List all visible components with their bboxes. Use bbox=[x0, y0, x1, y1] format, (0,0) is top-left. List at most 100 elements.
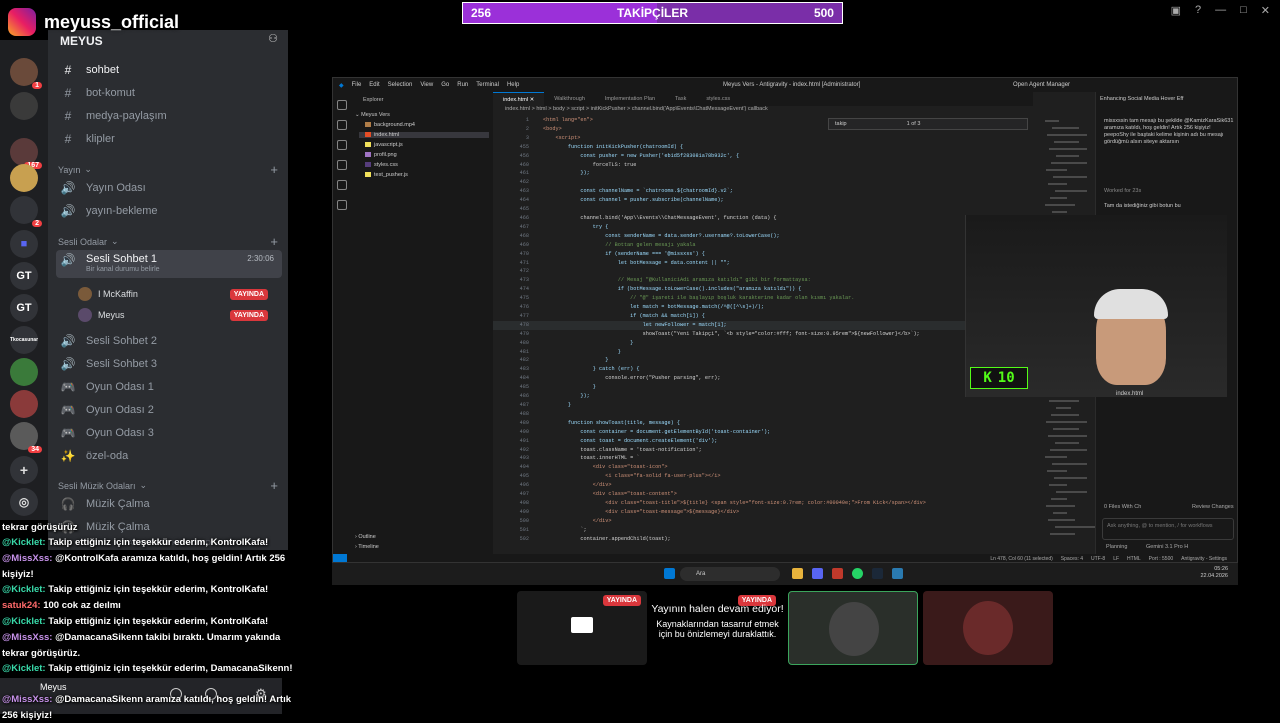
server-icon[interactable] bbox=[10, 92, 38, 120]
code-line[interactable]: 492 toast.className = 'toast-notificatio… bbox=[493, 446, 1033, 455]
code-line[interactable]: 470 if (senderName === '@missxss') { bbox=[493, 250, 1033, 259]
file-item[interactable]: test_pusher.js bbox=[365, 172, 408, 178]
timeline-section[interactable]: › Timeline bbox=[355, 544, 379, 550]
indentation[interactable]: Spaces: 4 bbox=[1061, 556, 1083, 562]
code-line[interactable]: 456 const pusher = new Pusher('eb1d5f283… bbox=[493, 152, 1033, 161]
menu-view[interactable]: View bbox=[420, 82, 433, 88]
inbox-icon[interactable]: ▣ bbox=[1171, 4, 1181, 17]
code-line[interactable]: 474 if (botMessage.toLowerCase().include… bbox=[493, 285, 1033, 294]
code-line[interactable]: 489 function showToast(title, message) { bbox=[493, 419, 1033, 428]
chat-input[interactable]: Ask anything, @ to mention, / for workfl… bbox=[1102, 518, 1234, 540]
source-control-icon[interactable] bbox=[337, 140, 347, 150]
minimize-icon[interactable]: — bbox=[1215, 4, 1226, 17]
menu-run[interactable]: Run bbox=[457, 82, 468, 88]
code-line[interactable]: 3 <script> bbox=[493, 134, 1033, 143]
code-line[interactable]: 500 </div> bbox=[493, 517, 1033, 526]
server-icon[interactable] bbox=[10, 358, 38, 386]
server-icon[interactable]: 34 bbox=[10, 422, 42, 453]
code-line[interactable]: 501 `; bbox=[493, 526, 1033, 535]
menu-help[interactable]: Help bbox=[507, 82, 519, 88]
cursor-position[interactable]: Ln 478, Col 60 (11 selected) bbox=[990, 556, 1052, 562]
add-channel-icon[interactable]: + bbox=[270, 478, 278, 493]
code-line[interactable]: 478 let newFollower = match[1]; bbox=[493, 320, 1033, 330]
tab-styles-css[interactable]: styles.css bbox=[696, 92, 740, 106]
channel-oyun-1[interactable]: 🎮 Oyun Odası 1 bbox=[56, 377, 282, 397]
project-folder[interactable]: ⌄ Meyus Vers bbox=[355, 112, 390, 118]
help-icon[interactable]: ? bbox=[1195, 4, 1201, 17]
menu-selection[interactable]: Selection bbox=[388, 82, 413, 88]
steam-icon[interactable] bbox=[872, 568, 883, 579]
mode-select[interactable]: Planning bbox=[1106, 544, 1127, 550]
code-line[interactable]: 502 container.appendChild(toast); bbox=[493, 535, 1033, 544]
tab-task[interactable]: Task bbox=[665, 92, 696, 106]
file-item[interactable]: javascript.js bbox=[365, 142, 403, 148]
file-item[interactable]: background.mp4 bbox=[365, 122, 415, 128]
add-server-icon[interactable]: + bbox=[10, 456, 38, 484]
add-channel-icon[interactable]: + bbox=[270, 234, 278, 249]
menu-file[interactable]: File bbox=[352, 82, 362, 88]
tab-walkthrough[interactable]: Walkthrough bbox=[544, 92, 595, 106]
code-line[interactable]: 487 } bbox=[493, 401, 1033, 410]
discord-icon[interactable] bbox=[812, 568, 823, 579]
code-line[interactable]: 493 toast.innerHTML = ` bbox=[493, 454, 1033, 463]
code-line[interactable]: 464 const channel = pusher.subscribe(cha… bbox=[493, 196, 1033, 205]
whatsapp-icon[interactable] bbox=[852, 568, 863, 579]
stream-tile-user[interactable] bbox=[788, 591, 918, 665]
server-icon[interactable]: Tkocasunar bbox=[10, 326, 38, 354]
system-clock[interactable]: 05:26 22.04.2026 bbox=[1200, 566, 1228, 580]
voice-user[interactable]: Meyus YAYINDA bbox=[78, 308, 278, 322]
channel-sesli-sohbet-3[interactable]: 🔊 Sesli Sohbet 3 bbox=[56, 354, 282, 374]
server-icon[interactable]: GT bbox=[10, 262, 38, 290]
outline-section[interactable]: › Outline bbox=[355, 534, 376, 540]
channel-sesli-sohbet-2[interactable]: 🔊 Sesli Sohbet 2 bbox=[56, 331, 282, 351]
server-name[interactable]: MEYUS bbox=[60, 34, 103, 48]
server-icon[interactable] bbox=[10, 164, 38, 192]
code-line[interactable]: 495 <i class="fa-solid fa-user-plus"></i… bbox=[493, 472, 1033, 481]
channel-klipler[interactable]: # klipler bbox=[56, 129, 282, 149]
code-line[interactable]: 462 bbox=[493, 178, 1033, 187]
tab-index-html[interactable]: index.html ✕ bbox=[493, 92, 545, 106]
add-channel-icon[interactable]: + bbox=[270, 162, 278, 177]
live-server-port[interactable]: Port : 5500 bbox=[1149, 556, 1173, 562]
channel-ozel-oda[interactable]: ✨ özel-oda bbox=[56, 446, 282, 466]
code-line[interactable]: 479 showToast("Yeni Takipçi", `<b style=… bbox=[493, 330, 1033, 339]
code-line[interactable]: 472 bbox=[493, 267, 1033, 276]
code-line[interactable]: 476 let match = botMessage.match(/^@([^\… bbox=[493, 303, 1033, 312]
channel-yayin-odasi[interactable]: 🔊 Yayın Odası bbox=[56, 178, 282, 198]
server-icon[interactable]: 1 bbox=[10, 58, 42, 89]
code-line[interactable]: 460 forceTLS: true bbox=[493, 161, 1033, 170]
run-debug-icon[interactable] bbox=[337, 160, 347, 170]
remote-icon[interactable] bbox=[337, 180, 347, 190]
language-mode[interactable]: HTML bbox=[1127, 556, 1141, 562]
code-line[interactable]: 484 console.error("Pusher parsing", err)… bbox=[493, 374, 1033, 383]
review-changes-button[interactable]: Review Changes bbox=[1192, 504, 1234, 510]
server-icon[interactable] bbox=[10, 390, 38, 418]
code-line[interactable]: 481 } bbox=[493, 348, 1033, 357]
find-input[interactable]: takip bbox=[835, 121, 847, 127]
vscode-icon[interactable] bbox=[892, 568, 903, 579]
encoding[interactable]: UTF-8 bbox=[1091, 556, 1105, 562]
code-editor[interactable]: 1 <html lang="en"> 2 <body> 3 <script> 455 fu… bbox=[493, 116, 1033, 546]
stream-tile-user[interactable] bbox=[923, 591, 1053, 665]
channel-muzik-1[interactable]: 🎧 Müzik Çalma bbox=[56, 494, 282, 514]
code-line[interactable]: 499 <div class="toast-message">${message… bbox=[493, 508, 1033, 517]
code-line[interactable]: 477 if (match && match[1]) { bbox=[493, 312, 1033, 321]
code-line[interactable]: 475 // "@" işareti ile başlayıp boşluk k… bbox=[493, 294, 1033, 303]
close-icon[interactable]: ✕ bbox=[1261, 4, 1270, 17]
code-line[interactable]: 468 const senderName = data.sender?.user… bbox=[493, 232, 1033, 241]
category-sesli[interactable]: Sesli Odalar ⌄ + bbox=[58, 234, 278, 249]
maximize-icon[interactable]: □ bbox=[1240, 4, 1247, 17]
channel-bot-komut[interactable]: # bot-komut bbox=[56, 83, 282, 103]
code-line[interactable]: 497 <div class="toast-content"> bbox=[493, 490, 1033, 499]
channel-oyun-3[interactable]: 🎮 Oyun Odası 3 bbox=[56, 423, 282, 443]
code-line[interactable]: 496 </div> bbox=[493, 481, 1033, 490]
agent-manager-button[interactable]: Open Agent Manager bbox=[1013, 82, 1070, 88]
code-line[interactable]: 471 let botMessage = data.content || ""; bbox=[493, 259, 1033, 268]
search-icon[interactable] bbox=[337, 120, 347, 130]
code-line[interactable]: 466 channel.bind('App\\Events\\ChatMessa… bbox=[493, 214, 1033, 223]
code-line[interactable]: 488 bbox=[493, 410, 1033, 419]
code-line[interactable]: 480 } bbox=[493, 339, 1033, 348]
code-line[interactable]: 491 const toast = document.createElement… bbox=[493, 437, 1033, 446]
extensions-icon[interactable] bbox=[337, 200, 347, 210]
changed-files[interactable]: 0 Files With Ch bbox=[1104, 504, 1141, 510]
